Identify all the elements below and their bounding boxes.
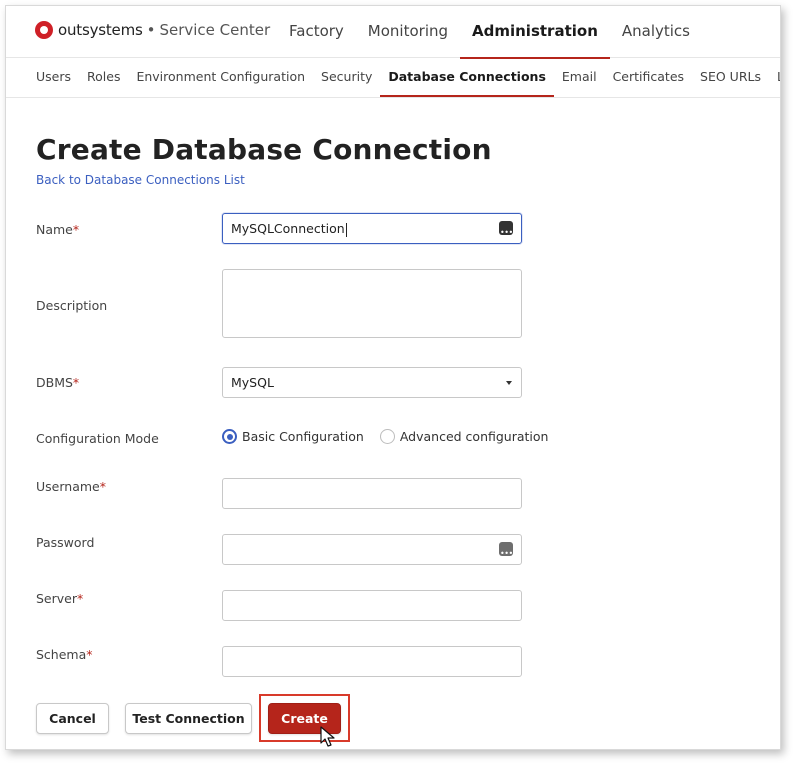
server-input[interactable] [222, 590, 522, 621]
page-title: Create Database Connection [36, 133, 492, 166]
mouse-pointer-icon [320, 726, 335, 747]
description-label: Description [36, 298, 108, 313]
back-to-list-link[interactable]: Back to Database Connections List [36, 173, 245, 187]
subnav-seo-urls[interactable]: SEO URLs [692, 58, 769, 97]
radio-advanced-label: Advanced configuration [399, 429, 549, 444]
subnav-divider [6, 97, 780, 98]
topnav-administration[interactable]: Administration [460, 6, 610, 59]
name-label: Name* [36, 222, 79, 237]
subnav-environment-configuration[interactable]: Environment Configuration [128, 58, 313, 97]
password-manager-icon[interactable] [499, 539, 513, 568]
server-label: Server* [36, 591, 83, 606]
subnav-email[interactable]: Email [554, 58, 605, 97]
topnav-factory[interactable]: Factory [277, 6, 356, 58]
schema-label: Schema* [36, 647, 93, 662]
required-mark: * [72, 222, 80, 237]
topnav-monitoring[interactable]: Monitoring [356, 6, 460, 58]
subnav-users[interactable]: Users [28, 58, 79, 97]
config-mode-radio-group: Basic Configuration Advanced configurati… [222, 429, 564, 444]
required-mark: * [77, 591, 84, 606]
dbms-label-text: DBMS [36, 375, 73, 390]
description-textarea[interactable] [222, 269, 522, 338]
server-label-text: Server [36, 591, 77, 606]
username-input[interactable] [222, 478, 522, 509]
schema-input[interactable] [222, 646, 522, 677]
top-nav: Factory Monitoring Administration Analyt… [277, 6, 702, 59]
logo[interactable]: outsystems • Service Center [35, 21, 270, 39]
radio-advanced-configuration[interactable]: Advanced configuration [379, 429, 549, 444]
dbms-label: DBMS* [36, 375, 79, 390]
dbms-select[interactable]: MySQL [222, 367, 522, 398]
text-cursor [345, 222, 347, 237]
subnav-database-connections[interactable]: Database Connections [380, 58, 554, 97]
required-mark: * [86, 647, 93, 662]
logo-product: Service Center [159, 21, 271, 39]
radio-checked-icon [222, 429, 237, 444]
required-mark: * [72, 375, 80, 390]
top-bar: outsystems • Service Center Factory Moni… [6, 6, 780, 59]
subnav-roles[interactable]: Roles [79, 58, 128, 97]
dbms-select-value: MySQL [231, 375, 274, 390]
password-label: Password [36, 535, 95, 550]
username-label: Username* [36, 479, 106, 494]
radio-basic-configuration[interactable]: Basic Configuration [222, 429, 364, 444]
radio-basic-label: Basic Configuration [242, 429, 364, 444]
sub-nav: Users Roles Environment Configuration Se… [28, 58, 780, 97]
username-label-text: Username [36, 479, 100, 494]
cancel-button[interactable]: Cancel [36, 703, 109, 734]
logo-separator: • [146, 21, 156, 39]
schema-label-text: Schema [36, 647, 87, 662]
password-manager-icon[interactable] [499, 218, 513, 247]
required-mark: * [99, 479, 106, 494]
name-input-value: MySQLConnection [231, 221, 345, 236]
subnav-security[interactable]: Security [313, 58, 380, 97]
subnav-certificates[interactable]: Certificates [605, 58, 692, 97]
topnav-analytics[interactable]: Analytics [610, 6, 702, 58]
app-window: outsystems • Service Center Factory Moni… [5, 5, 781, 750]
name-label-text: Name [36, 222, 73, 237]
radio-unchecked-icon [379, 429, 395, 444]
subnav-licensing[interactable]: Licensing [769, 58, 780, 97]
caret-down-icon [506, 381, 512, 385]
test-connection-button[interactable]: Test Connection [125, 703, 252, 734]
name-input[interactable]: MySQLConnection [222, 213, 522, 247]
config-mode-label: Configuration Mode [36, 431, 159, 446]
password-input[interactable] [222, 534, 522, 568]
logo-brand: outsystems [58, 21, 143, 39]
outsystems-logo-icon [35, 21, 53, 39]
